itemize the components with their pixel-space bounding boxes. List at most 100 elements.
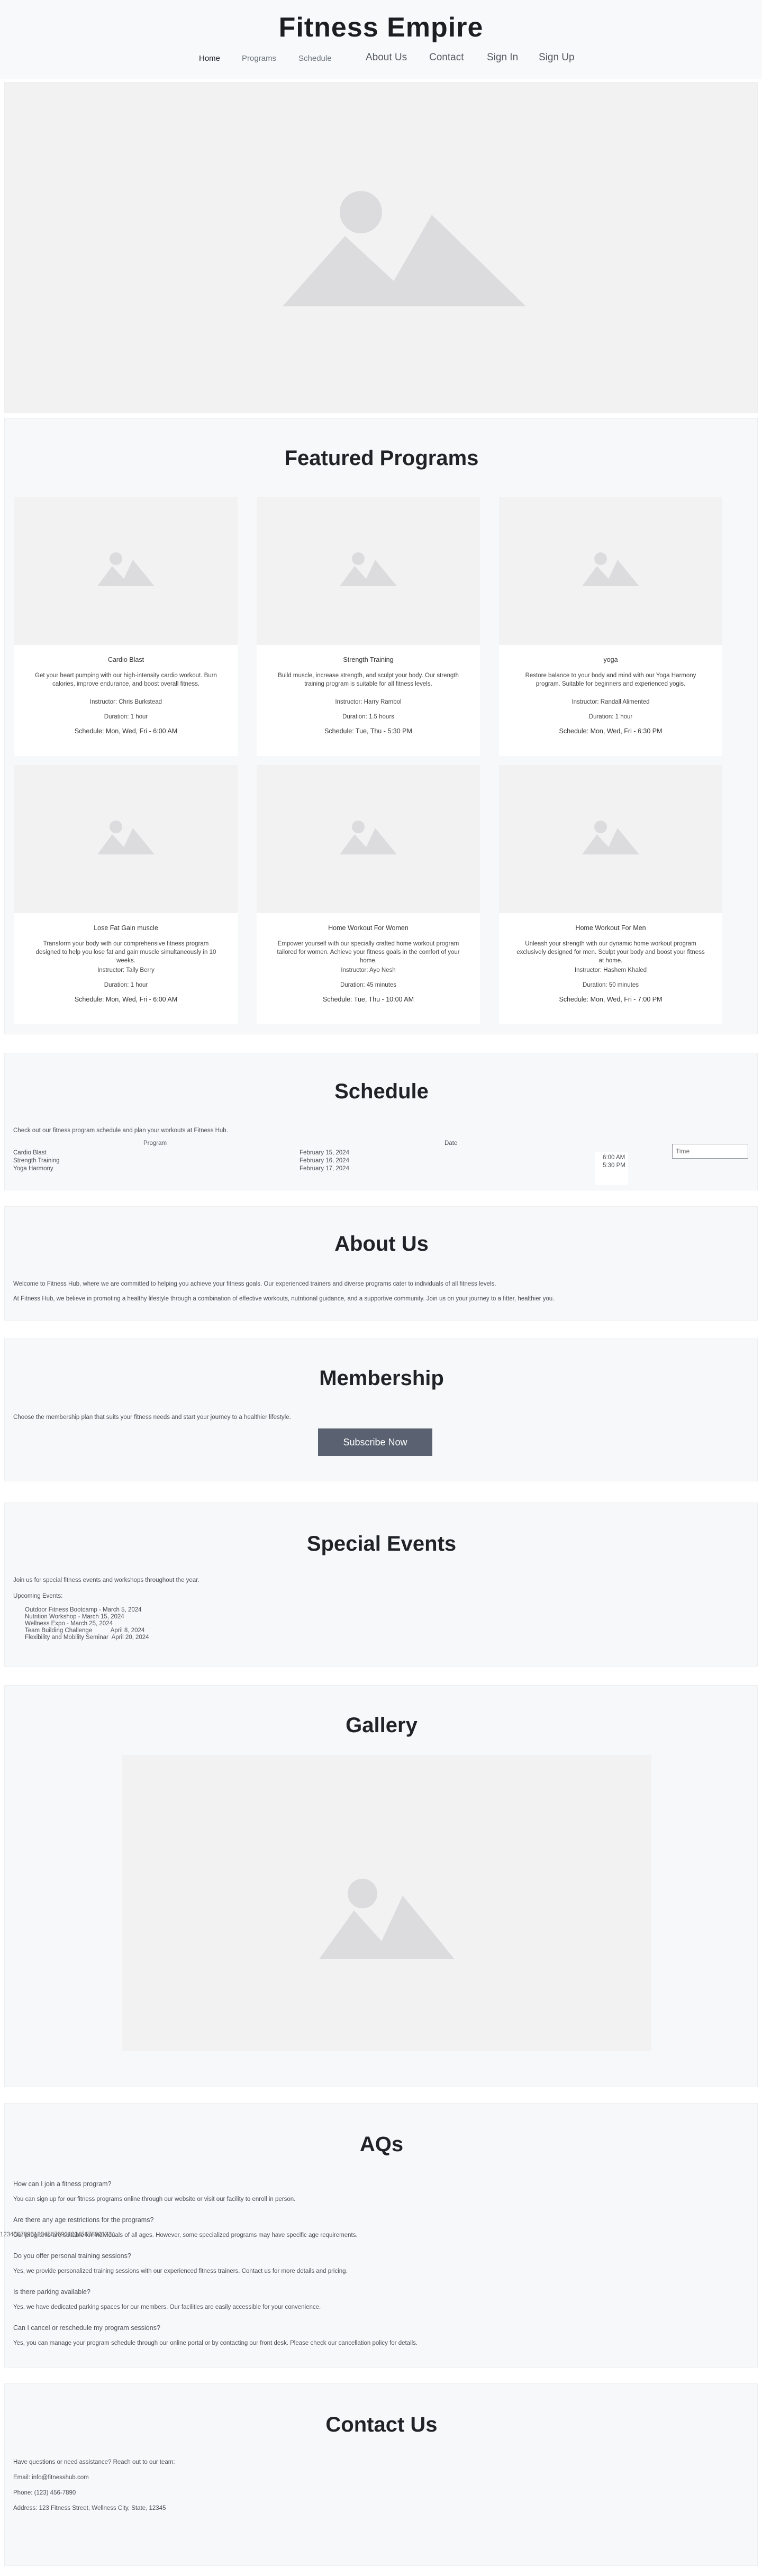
program-schedule: Schedule: Mon, Wed, Fri - 7:00 PM bbox=[559, 996, 663, 1003]
program-image bbox=[499, 497, 722, 645]
faq-question[interactable]: Are there any age restrictions for the p… bbox=[13, 2216, 153, 2224]
schedule-date-1: February 15, 2024 bbox=[300, 1150, 349, 1156]
nav-schedule[interactable]: Schedule bbox=[298, 54, 332, 63]
program-image-icon bbox=[340, 821, 397, 854]
featured-title: Featured Programs bbox=[284, 447, 479, 470]
schedule-program-2: Strength Training bbox=[13, 1158, 60, 1164]
faq-question[interactable]: Is there parking available? bbox=[13, 2288, 90, 2296]
events-upcoming-label: Upcoming Events: bbox=[13, 1593, 63, 1599]
program-name: Cardio Blast bbox=[107, 656, 144, 663]
membership-intro: Choose the membership plan that suits yo… bbox=[13, 1414, 291, 1421]
program-image-icon bbox=[582, 821, 639, 854]
faq-title: AQs bbox=[359, 2133, 404, 2156]
featured-programs-section: Featured Programs Cardio Blast Get your h… bbox=[4, 418, 758, 1034]
program-instructor: Instructor: Randall Alimented bbox=[572, 699, 650, 705]
program-name: Lose Fat Gain muscle bbox=[94, 924, 158, 932]
schedule-program-3: Yoga Harmony bbox=[13, 1166, 53, 1172]
contact-email[interactable]: Email: info@fitnesshub.com bbox=[13, 2474, 89, 2481]
program-card[interactable]: Strength Training Build muscle, increase … bbox=[257, 497, 480, 756]
event-item: Wellness Expo - March 25, 2024 bbox=[25, 1621, 113, 1627]
program-name: Home Workout For Women bbox=[328, 924, 409, 932]
nav-home[interactable]: Home bbox=[199, 54, 220, 63]
membership-section: Membership Choose the membership plan th… bbox=[4, 1339, 758, 1481]
nav-about[interactable]: About Us bbox=[366, 52, 407, 63]
program-card[interactable]: Lose Fat Gain muscle Transform your body … bbox=[14, 765, 238, 1024]
col-date-header: Date bbox=[444, 1140, 458, 1146]
about-title: About Us bbox=[334, 1232, 429, 1255]
program-description: Unleash your strength with our dynamic h… bbox=[516, 941, 705, 964]
event-item: Flexibility and Mobility Seminar April 2… bbox=[25, 1634, 149, 1641]
program-image-icon bbox=[97, 821, 155, 854]
program-schedule: Schedule: Tue, Thu - 10:00 AM bbox=[322, 996, 414, 1003]
nav-signin[interactable]: Sign In bbox=[487, 52, 518, 63]
special-events-section: Special Events Join us for special fitne… bbox=[4, 1503, 758, 1667]
event-item: Nutrition Workshop - March 15, 2024 bbox=[25, 1614, 124, 1620]
faq-overflow-text: 1234567890123456789012345678901234 bbox=[0, 2232, 115, 2238]
col-program-header: Program bbox=[143, 1140, 167, 1146]
event-item: Team Building Challenge April 8, 2024 bbox=[25, 1627, 145, 1634]
nav-programs[interactable]: Programs bbox=[242, 54, 276, 63]
main-nav: Home Programs Schedule About Us Contact … bbox=[0, 51, 762, 67]
about-paragraph-2: At Fitness Hub, we believe in promoting … bbox=[13, 1296, 555, 1302]
program-description: Transform your body with our comprehensi… bbox=[35, 941, 216, 964]
program-duration: Duration: 50 minutes bbox=[582, 982, 639, 988]
site-header: Fitness Empire Home Programs Schedule Ab… bbox=[0, 0, 762, 79]
schedule-date-3: February 17, 2024 bbox=[300, 1166, 349, 1172]
schedule-title: Schedule bbox=[334, 1080, 429, 1103]
events-intro: Join us for special fitness events and w… bbox=[13, 1577, 199, 1583]
about-paragraph-1: Welcome to Fitness Hub, where we are com… bbox=[13, 1281, 496, 1287]
program-duration: Duration: 1.5 hours bbox=[342, 714, 394, 720]
about-section: About Us Welcome to Fitness Hub, where w… bbox=[4, 1206, 758, 1321]
schedule-time-2: 5:30 PM bbox=[603, 1162, 625, 1169]
program-schedule: Schedule: Mon, Wed, Fri - 6:00 AM bbox=[74, 996, 178, 1003]
event-item: Outdoor Fitness Bootcamp - March 5, 2024 bbox=[25, 1607, 142, 1613]
program-image bbox=[14, 497, 238, 645]
schedule-section: Schedule Check out our fitness program s… bbox=[4, 1053, 758, 1190]
faq-section: AQs How can I join a fitness program? You… bbox=[4, 2103, 758, 2368]
contact-section: Contact Us Have questions or need assist… bbox=[4, 2383, 758, 2566]
program-name: Home Workout For Men bbox=[575, 924, 646, 932]
gallery-section: Gallery bbox=[4, 1685, 758, 2087]
nav-signup[interactable]: Sign Up bbox=[539, 52, 575, 63]
program-duration: Duration: 1 hour bbox=[104, 714, 148, 720]
faq-question[interactable]: Do you offer personal training sessions? bbox=[13, 2252, 131, 2260]
gallery-image[interactable] bbox=[122, 1755, 651, 2051]
program-instructor: Instructor: Hashem Khaled bbox=[574, 967, 647, 973]
program-instructor: Instructor: Tally Berry bbox=[97, 967, 155, 973]
program-card[interactable]: Cardio Blast Get your heart pumping with … bbox=[14, 497, 238, 756]
program-duration: Duration: 1 hour bbox=[104, 982, 148, 988]
site-title: Fitness Empire bbox=[278, 12, 484, 43]
gallery-title: Gallery bbox=[346, 1714, 418, 1737]
program-description: Get your heart pumping with our high-int… bbox=[35, 672, 217, 687]
contact-phone[interactable]: Phone: (123) 456-7890 bbox=[13, 2490, 76, 2496]
events-title: Special Events bbox=[306, 1532, 457, 1555]
time-input[interactable] bbox=[672, 1144, 748, 1159]
program-card[interactable]: yoga Restore balance to your body and min… bbox=[499, 497, 722, 756]
faq-answer: Yes, you can manage your program schedul… bbox=[13, 2340, 418, 2346]
program-schedule: Schedule: Tue, Thu - 5:30 PM bbox=[324, 727, 412, 735]
program-card[interactable]: Home Workout For Men Unleash your strengt… bbox=[499, 765, 722, 1024]
program-schedule: Schedule: Mon, Wed, Fri - 6:30 PM bbox=[559, 727, 663, 735]
program-image bbox=[257, 497, 480, 645]
faq-question[interactable]: Can I cancel or reschedule my program se… bbox=[13, 2324, 160, 2332]
program-description: Restore balance to your body and mind wi… bbox=[525, 672, 696, 687]
schedule-program-1: Cardio Blast bbox=[13, 1150, 47, 1156]
program-description: Build muscle, increase strength, and scu… bbox=[278, 672, 459, 687]
program-name: Strength Training bbox=[343, 656, 394, 663]
faq-answer: You can sign up for our fitness programs… bbox=[13, 2196, 296, 2202]
subscribe-button[interactable]: Subscribe Now bbox=[318, 1428, 432, 1456]
contact-address: Address: 123 Fitness Street, Wellness Ci… bbox=[13, 2505, 166, 2511]
program-instructor: Instructor: Chris Burkstead bbox=[89, 699, 162, 705]
program-duration: Duration: 1 hour bbox=[588, 714, 633, 720]
schedule-time-1: 6:00 AM bbox=[603, 1154, 625, 1161]
program-instructor: Instructor: Ayo Nesh bbox=[341, 967, 396, 973]
program-name: yoga bbox=[603, 656, 618, 663]
faq-answer: Yes, we provide personalized training se… bbox=[13, 2268, 348, 2274]
program-card[interactable]: Home Workout For Women Empower yourself w… bbox=[257, 765, 480, 1024]
faq-question[interactable]: How can I join a fitness program? bbox=[13, 2180, 112, 2188]
nav-contact[interactable]: Contact bbox=[429, 52, 464, 63]
program-image-icon bbox=[97, 552, 155, 586]
contact-title: Contact Us bbox=[325, 2413, 438, 2436]
contact-intro: Have questions or need assistance? Reach… bbox=[13, 2459, 175, 2465]
program-image bbox=[257, 765, 480, 913]
